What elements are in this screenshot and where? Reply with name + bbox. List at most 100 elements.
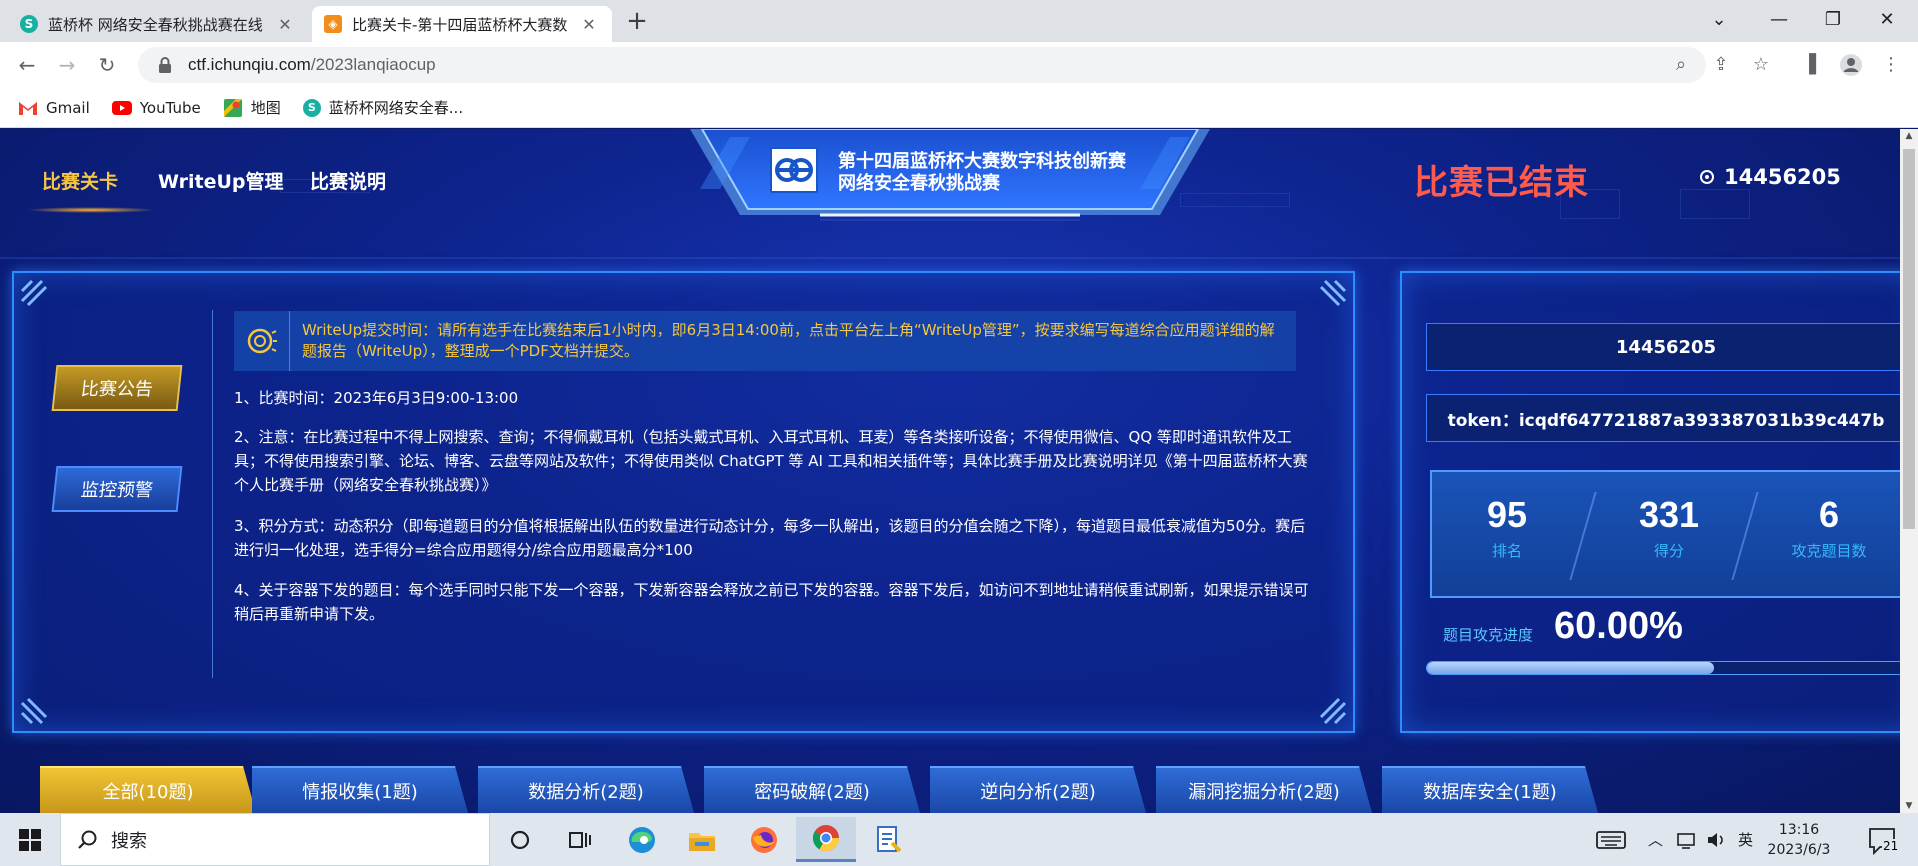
windows-start-button[interactable]	[0, 813, 60, 866]
file-explorer-icon[interactable]	[672, 817, 732, 862]
chrome-icon[interactable]	[796, 817, 856, 862]
zoom-icon[interactable]: ⌕	[1666, 50, 1696, 80]
bookmark-label: 蓝桥杯网络安全春...	[328, 99, 464, 117]
forward-button[interactable]: →	[52, 50, 82, 80]
stat-label: 攻克题目数	[1791, 542, 1867, 560]
rule-item: 2、注意：在比赛过程中不得上网搜索、查询；不得佩戴耳机（包括头戴式耳机、入耳式耳…	[234, 428, 1308, 494]
notification-count: 21	[1882, 839, 1900, 853]
stat-score: 331 得分	[1594, 494, 1744, 561]
profile-token: token：icqdf647721887a393387031b39c447b	[1426, 394, 1900, 442]
nav-rules[interactable]: 比赛说明	[310, 167, 386, 194]
tab-search-icon[interactable]: ⌄	[1692, 0, 1746, 42]
nav-active-glow	[26, 207, 156, 213]
s-logo-icon: S	[302, 98, 321, 117]
stat-rank: 95 排名	[1432, 494, 1582, 561]
edge-browser-icon[interactable]	[612, 817, 672, 862]
scroll-thumb[interactable]	[1903, 149, 1915, 529]
panel-divider	[212, 310, 213, 678]
bookmark-star-icon[interactable]: ☆	[1746, 50, 1776, 80]
category-tab-recon[interactable]: 情报收集(1题)	[252, 766, 468, 813]
tab-title: 比赛关卡-第十四届蓝桥杯大赛数	[352, 15, 568, 34]
search-icon	[78, 830, 97, 849]
stats-box: 95 排名 331 得分 6 攻克题目数	[1430, 470, 1900, 598]
lanqiao-logo-icon	[770, 147, 818, 193]
gmail-icon	[18, 100, 38, 116]
ichunqiu-logo-icon: ◈	[324, 15, 342, 33]
category-tab-data-analysis[interactable]: 数据分析(2题)	[478, 766, 694, 813]
scroll-down-icon[interactable]: ▼	[1900, 801, 1918, 811]
corner-decor	[20, 697, 48, 725]
bookmark-youtube[interactable]: YouTube	[111, 98, 201, 117]
user-id-display: 14456205	[1700, 165, 1841, 189]
share-icon[interactable]: ⇪	[1706, 50, 1736, 80]
tray-network-icon[interactable]	[1676, 813, 1698, 866]
user-id-text: 14456205	[1724, 165, 1841, 189]
browser-tab-lanqiao[interactable]: S 蓝桥杯 网络安全春秋挑战赛在线 ✕	[8, 6, 308, 42]
url-text[interactable]: ctf.ichunqiu.com/2023lanqiaocup	[188, 55, 436, 75]
monitor-warning-button[interactable]: 监控预警	[51, 466, 183, 512]
tray-chevron-up-icon[interactable]: ︿	[1648, 813, 1663, 866]
back-button[interactable]: ←	[12, 50, 42, 80]
rule-item: 4、关于容器下发的题目：每个选手同时只能下发一个容器，下发新容器会释放之前已下发…	[234, 581, 1309, 623]
tray-ime-indicator[interactable]: 英	[1738, 813, 1753, 866]
s-logo-icon: S	[20, 15, 38, 33]
close-tab-icon[interactable]: ✕	[274, 15, 296, 34]
progress-bar	[1426, 661, 1900, 675]
stat-label: 排名	[1491, 542, 1522, 560]
bookmark-maps[interactable]: 地图	[223, 97, 281, 118]
document-app-icon[interactable]	[858, 817, 918, 862]
rule-item: 3、积分方式：动态积分（即每道题目的分值将根据解出队伍的数量进行动态计分，每多一…	[234, 517, 1306, 559]
bookmark-gmail[interactable]: Gmail	[18, 99, 90, 117]
address-bar[interactable]: ctf.ichunqiu.com/2023lanqiaocup	[138, 47, 1706, 83]
task-view-icon[interactable]	[550, 817, 610, 862]
minimize-button[interactable]: —	[1752, 0, 1806, 42]
competition-banner: 第十四届蓝桥杯大赛数字科技创新赛 网络安全春秋挑战赛	[690, 129, 1210, 221]
browser-tab-ctf[interactable]: ◈ 比赛关卡-第十四届蓝桥杯大赛数 ✕	[312, 6, 612, 42]
maximize-button[interactable]: ❐	[1806, 0, 1860, 42]
bookmark-label: YouTube	[139, 98, 201, 117]
announcement-button[interactable]: 比赛公告	[51, 365, 183, 411]
clock-time: 13:16	[1778, 822, 1820, 838]
banner-title-line2: 网络安全春秋挑战赛	[838, 173, 1000, 194]
writeup-notice: WriteUp提交时间：请所有选手在比赛结束后1小时内，即6月3日14:00前，…	[234, 311, 1296, 371]
new-tab-button[interactable]: +	[622, 6, 652, 36]
category-tab-all[interactable]: 全部(10题)	[40, 766, 256, 813]
profile-avatar-icon[interactable]	[1836, 50, 1866, 80]
taskbar-search-placeholder: 搜索	[111, 830, 147, 852]
category-tab-reverse[interactable]: 逆向分析(2题)	[930, 766, 1146, 813]
browser-toolbar: ← → ↻ ctf.ichunqiu.com/2023lanqiaocup ⌕ …	[0, 42, 1918, 88]
tray-volume-icon[interactable]	[1706, 813, 1728, 866]
close-tab-icon[interactable]: ✕	[578, 15, 600, 34]
taskbar-search-box[interactable]: 搜索	[60, 813, 490, 866]
taskbar-clock[interactable]: 13:16 2023/6/3	[1754, 820, 1844, 860]
close-window-button[interactable]: ✕	[1860, 0, 1914, 42]
category-tab-database[interactable]: 数据库安全(1题)	[1382, 766, 1598, 813]
cortana-icon[interactable]	[490, 817, 550, 862]
nav-writeup[interactable]: WriteUp管理	[158, 167, 284, 194]
progress-fill	[1427, 662, 1714, 674]
windows-taskbar: 搜索 ︿ 英 13:16 2023/6/3 21	[0, 813, 1918, 866]
url-host: ctf.ichunqiu.com	[188, 55, 311, 74]
notification-center-icon[interactable]: 21	[1866, 823, 1900, 857]
maps-icon	[223, 98, 243, 117]
category-tab-crypto[interactable]: 密码破解(2题)	[704, 766, 920, 813]
scroll-up-icon[interactable]: ▲	[1900, 131, 1918, 141]
firefox-icon[interactable]	[734, 817, 794, 862]
tray-keyboard-icon[interactable]	[1596, 813, 1626, 866]
bookmarks-bar: Gmail YouTube 地图 S 蓝桥杯网络安全春...	[0, 88, 1918, 128]
stat-value: 6	[1818, 494, 1840, 535]
lock-icon[interactable]	[154, 54, 176, 76]
progress-label: 题目攻克进度	[1443, 626, 1534, 644]
competition-status: 比赛已结束	[1414, 163, 1589, 203]
reload-button[interactable]: ↻	[92, 50, 122, 80]
bookmark-lanqiao[interactable]: S 蓝桥杯网络安全春...	[302, 97, 464, 118]
nav-challenges[interactable]: 比赛关卡	[42, 167, 118, 194]
stat-label: 得分	[1653, 542, 1684, 560]
page-scrollbar[interactable]: ▲ ▼	[1900, 129, 1918, 813]
side-panel-icon[interactable]: ▐	[1794, 50, 1824, 80]
bookmark-label: 地图	[250, 99, 281, 117]
windows-logo-icon	[19, 828, 41, 851]
category-tab-pwn[interactable]: 漏洞挖掘分析(2题)	[1156, 766, 1372, 813]
menu-icon[interactable]: ⋮	[1876, 50, 1906, 80]
browser-tab-bar: S 蓝桥杯 网络安全春秋挑战赛在线 ✕ ◈ 比赛关卡-第十四届蓝桥杯大赛数 ✕ …	[0, 0, 1918, 42]
